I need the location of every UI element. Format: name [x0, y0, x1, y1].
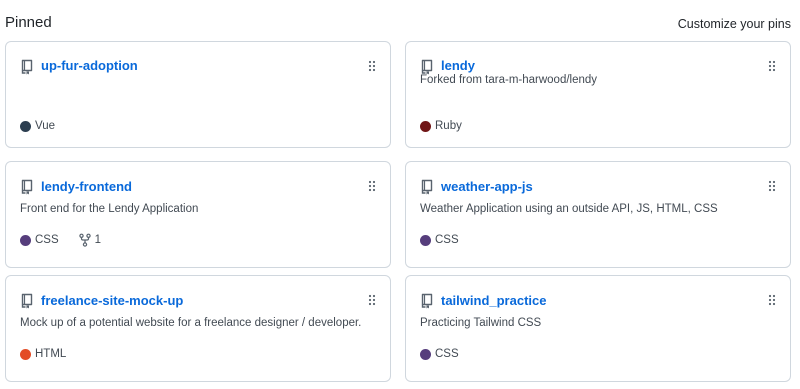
repo-meta: HTML: [20, 346, 66, 362]
pinned-repo-card: freelance-site-mock-up Mock up of a poten…: [5, 275, 391, 382]
language-color-dot: [420, 234, 431, 246]
repo-name-link[interactable]: lendy-frontend: [41, 179, 132, 194]
language-color-dot: [420, 120, 431, 132]
grabber-icon[interactable]: [368, 179, 376, 193]
language-color-dot: [420, 348, 431, 360]
pinned-repo-card: weather-app-js Weather Application using …: [405, 161, 791, 268]
repo-language: CSS: [35, 234, 59, 246]
repo-name-link[interactable]: weather-app-js: [441, 179, 533, 194]
fork-count: 1: [94, 234, 102, 246]
repo-language: Ruby: [435, 120, 462, 132]
repo-meta: CSS 1: [20, 232, 101, 248]
repo-icon: [20, 179, 34, 195]
pinned-header: Pinned Customize your pins: [0, 0, 800, 40]
grabber-icon[interactable]: [368, 59, 376, 73]
repo-description: Practicing Tailwind CSS: [420, 317, 542, 329]
repo-name-link[interactable]: lendy: [441, 58, 475, 73]
repo-name-link[interactable]: tailwind_practice: [441, 293, 546, 308]
repo-language: CSS: [435, 234, 459, 246]
repo-icon: [420, 293, 434, 309]
repo-description: Front end for the Lendy Application: [20, 203, 199, 215]
repo-icon: [20, 59, 34, 75]
fork-count-link[interactable]: 1: [78, 233, 101, 247]
repo-meta: CSS: [420, 232, 459, 248]
repo-name-link[interactable]: up-fur-adoption: [41, 58, 138, 73]
language-color-dot: [20, 234, 31, 246]
grabber-icon[interactable]: [768, 59, 776, 73]
repo-description: Mock up of a potential website for a fre…: [20, 317, 362, 329]
grabber-icon[interactable]: [768, 179, 776, 193]
grabber-icon[interactable]: [768, 293, 776, 307]
section-title: Pinned: [5, 14, 52, 31]
repo-icon: [420, 59, 434, 75]
grabber-icon[interactable]: [368, 293, 376, 307]
repo-meta: Vue: [20, 118, 55, 134]
pinned-repo-card: tailwind_practice Practicing Tailwind CSS…: [405, 275, 791, 382]
repo-icon: [420, 179, 434, 195]
pinned-repo-card: lendy Forked from tara-m-harwood/lendy Rub…: [405, 41, 791, 148]
repo-forked-icon: [78, 233, 92, 247]
repo-description: Forked from tara-m-harwood/lendy: [420, 74, 598, 86]
repo-name-link[interactable]: freelance-site-mock-up: [41, 293, 183, 308]
repo-icon: [20, 293, 34, 309]
pinned-repo-card: lendy-frontend Front end for the Lendy Ap…: [5, 161, 391, 268]
repo-meta: CSS: [420, 346, 459, 362]
pinned-repo-card: up-fur-adoption Vue: [5, 41, 391, 148]
language-color-dot: [20, 348, 31, 360]
repo-language: HTML: [35, 348, 67, 360]
repo-meta: Ruby: [420, 118, 462, 134]
repo-language: Vue: [35, 120, 56, 132]
customize-pins-link[interactable]: Customize your pins: [678, 17, 791, 31]
repo-language: CSS: [435, 348, 459, 360]
repo-description: Weather Application using an outside API…: [420, 203, 718, 215]
language-color-dot: [20, 120, 31, 132]
